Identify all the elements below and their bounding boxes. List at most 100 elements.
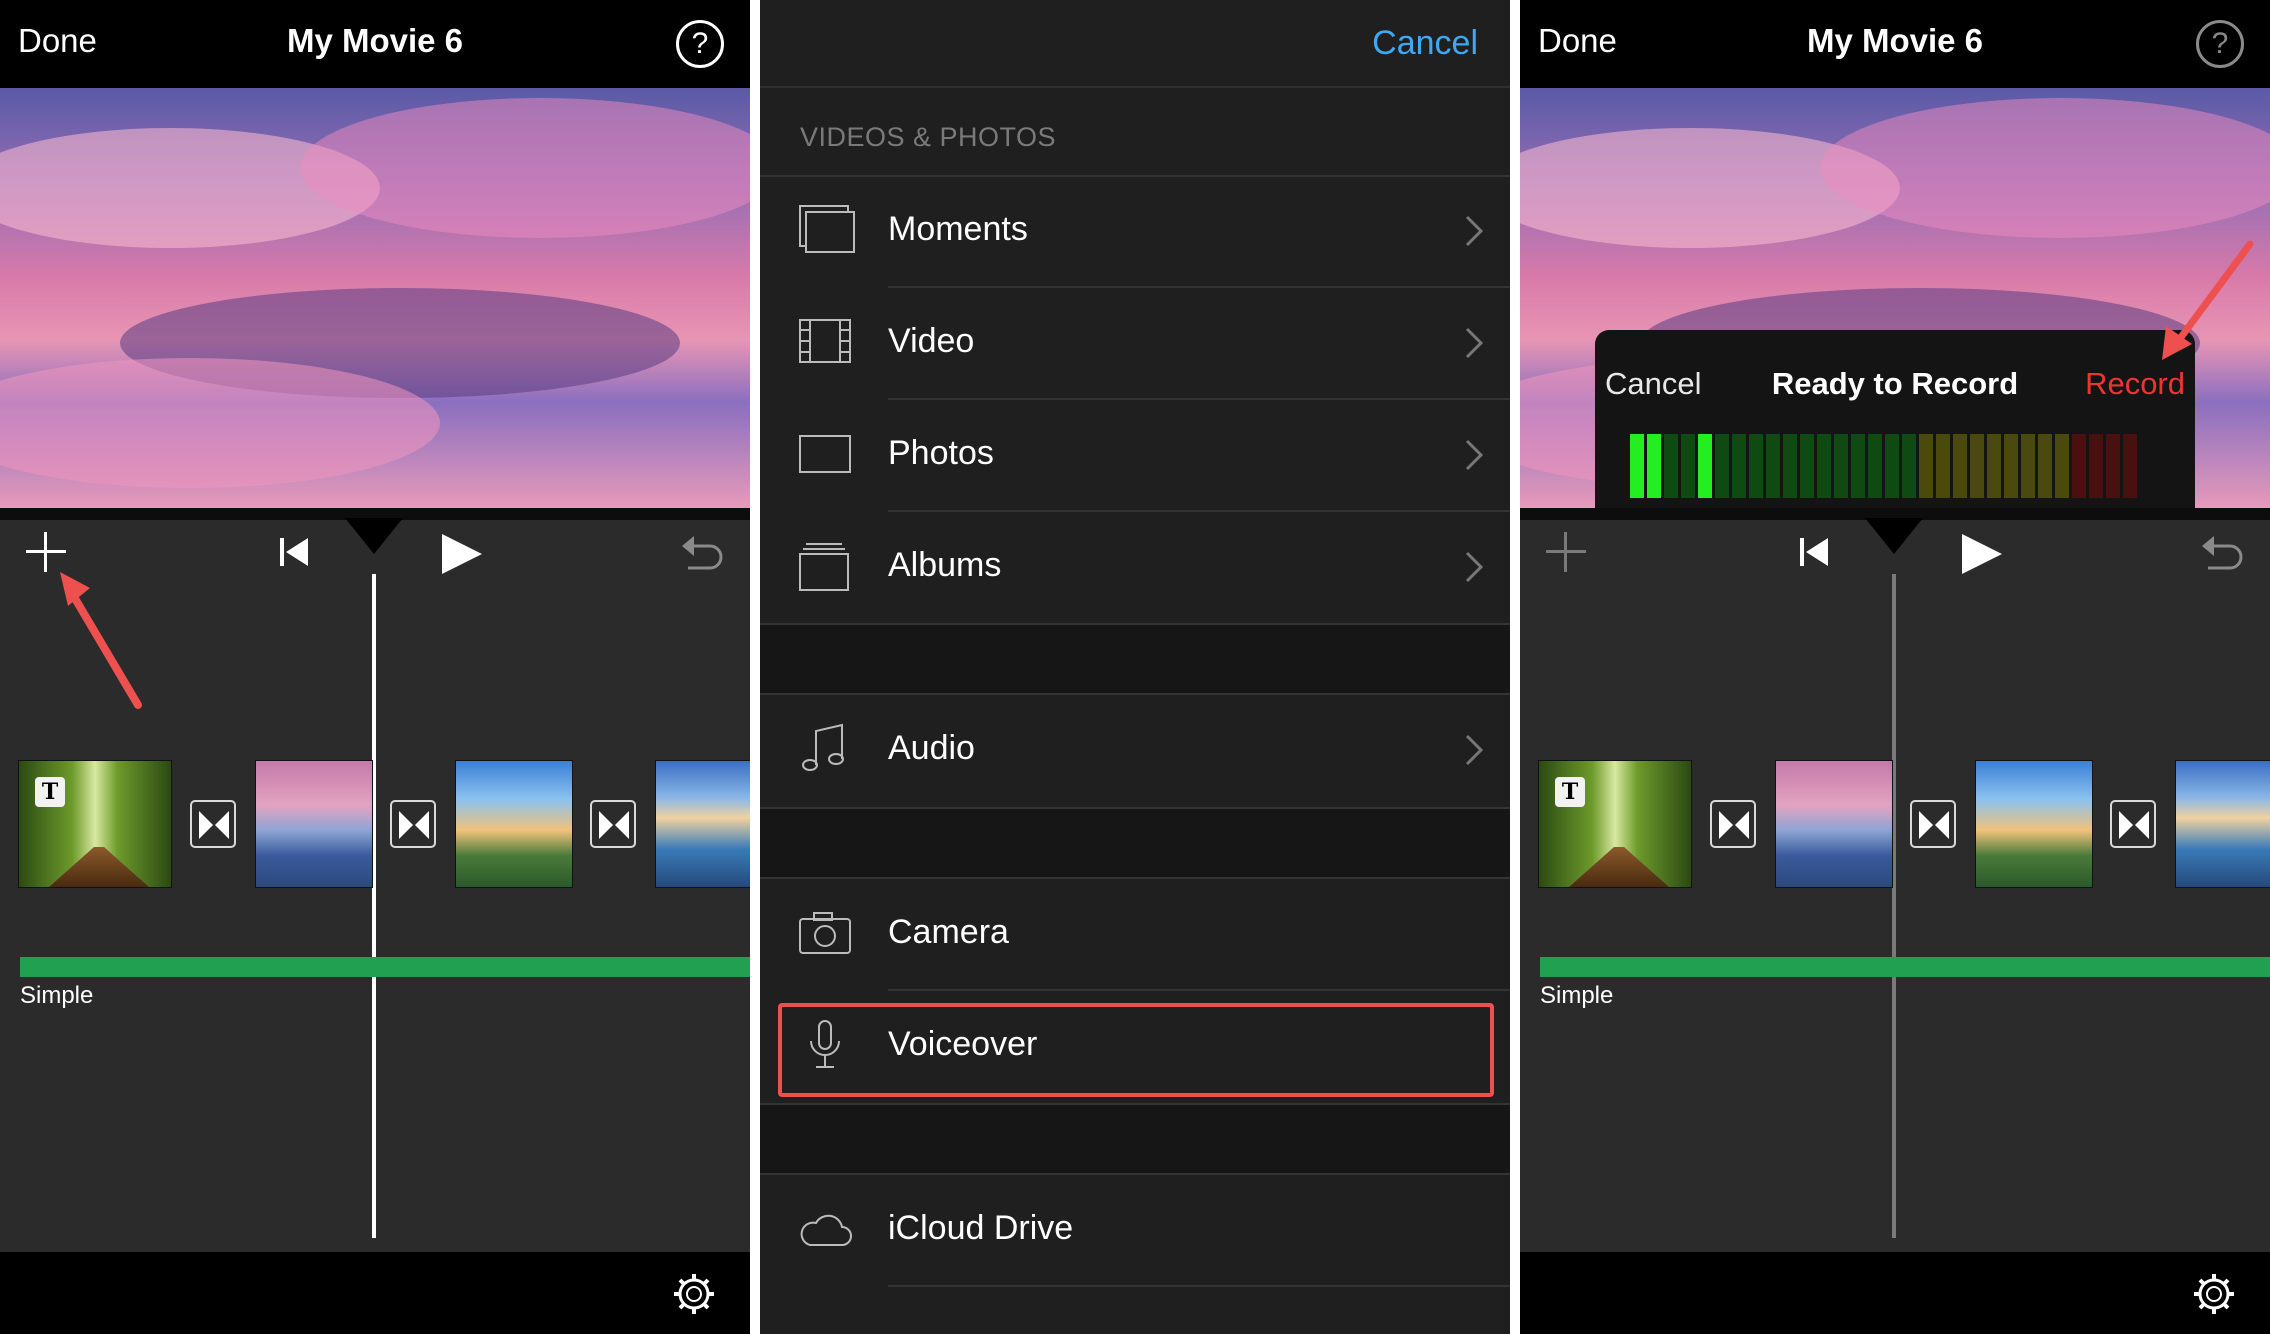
transition-button[interactable]	[2110, 800, 2156, 848]
meter-segment	[1851, 434, 1865, 498]
editor-panel-right: Done My Movie 6 ? Cancel Ready to Record…	[1520, 0, 2270, 1334]
menu-item-icloud-drive[interactable]: iCloud Drive	[760, 1175, 1510, 1287]
add-media-button[interactable]	[1546, 532, 1586, 572]
playhead-marker	[1865, 518, 1923, 554]
video-clip[interactable]	[1975, 760, 2093, 888]
play-icon[interactable]	[1960, 532, 2004, 576]
add-media-button[interactable]	[26, 532, 66, 572]
video-clip[interactable]: T	[1538, 760, 1692, 888]
transition-button[interactable]	[590, 800, 636, 848]
bottom-bar	[1520, 1252, 2270, 1334]
chevron-right-icon	[1465, 734, 1484, 766]
transition-icon	[1919, 811, 1949, 839]
meter-segment	[2038, 434, 2052, 498]
red-arrow-annotation	[60, 572, 142, 709]
chevron-right-icon	[1465, 439, 1484, 471]
audio-track-bar[interactable]	[1540, 957, 2270, 977]
skip-back-icon[interactable]	[280, 536, 310, 568]
transition-button[interactable]	[390, 800, 436, 848]
section-header: VIDEOS & PHOTOS	[800, 122, 1057, 152]
help-button[interactable]: ?	[2196, 20, 2244, 68]
meter-segment	[1664, 434, 1678, 498]
bottom-bar	[0, 1252, 750, 1334]
meter-segment	[1817, 434, 1831, 498]
project-title: My Movie 6	[286, 22, 464, 59]
red-arrow-annotation	[2162, 240, 2254, 360]
meter-segment	[1800, 434, 1814, 498]
help-button[interactable]: ?	[676, 20, 724, 68]
video-preview	[0, 88, 750, 508]
albums-icon	[799, 543, 849, 591]
menu-item-label: Audio	[888, 729, 975, 767]
menu-item-moments[interactable]: Moments	[760, 176, 1510, 288]
project-title: My Movie 6	[1806, 22, 1984, 59]
cancel-button[interactable]: Cancel	[1372, 24, 1478, 63]
section-spacer	[760, 623, 1510, 695]
photo-icon	[799, 435, 851, 473]
meter-segment	[1647, 434, 1661, 498]
transition-button[interactable]	[190, 800, 236, 848]
top-bar: Done My Movie 6 ?	[1520, 0, 2270, 88]
menu-item-camera[interactable]: Camera	[760, 879, 1510, 991]
top-bar: Done My Movie 6 ?	[0, 0, 750, 88]
menu-item-albums[interactable]: Albums	[760, 512, 1510, 624]
clip-path-graphic	[1569, 847, 1669, 887]
divider	[888, 1285, 1510, 1287]
audio-track-bar[interactable]	[20, 957, 750, 977]
browser-top-bar: Cancel	[760, 0, 1510, 88]
meter-segment	[1953, 434, 1967, 498]
video-clip[interactable]: T	[18, 760, 172, 888]
meter-segment	[1630, 434, 1644, 498]
play-icon[interactable]	[440, 532, 484, 576]
chevron-right-icon	[1465, 327, 1484, 359]
title-badge: T	[35, 777, 65, 807]
meter-segment	[1732, 434, 1746, 498]
moments-icon	[799, 205, 855, 253]
camera-icon	[799, 912, 851, 954]
meter-segment	[1868, 434, 1882, 498]
gear-icon[interactable]	[2190, 1270, 2238, 1318]
gear-icon[interactable]	[670, 1270, 718, 1318]
undo-icon[interactable]	[2200, 532, 2244, 572]
transition-icon	[1719, 811, 1749, 839]
meter-segment	[1681, 434, 1695, 498]
clip-path-graphic	[49, 847, 149, 887]
meter-segment	[2055, 434, 2069, 498]
meter-segment	[1834, 434, 1848, 498]
menu-item-label: Video	[888, 322, 975, 360]
voiceover-highlight-box	[778, 1003, 1494, 1097]
meter-segment	[1902, 434, 1916, 498]
playhead-line	[1892, 574, 1896, 1238]
video-clip[interactable]	[655, 760, 750, 888]
menu-item-photos[interactable]: Photos	[760, 400, 1510, 512]
chevron-right-icon	[1465, 215, 1484, 247]
menu-item-video[interactable]: Video	[760, 288, 1510, 400]
meter-segment	[1698, 434, 1712, 498]
meter-segment	[1885, 434, 1899, 498]
editor-panel-left: Done My Movie 6 ? T Simple	[0, 0, 750, 1334]
meter-segment	[1749, 434, 1763, 498]
video-clip[interactable]	[455, 760, 573, 888]
menu-item-label: Camera	[888, 913, 1009, 951]
playhead-marker	[345, 518, 403, 554]
meter-segment	[2123, 434, 2137, 498]
meter-segment	[2072, 434, 2086, 498]
record-popup: Cancel Ready to Record Record	[1595, 330, 2195, 512]
meter-segment	[2021, 434, 2035, 498]
video-clip[interactable]	[2175, 760, 2270, 888]
video-clip[interactable]	[255, 760, 373, 888]
transition-button[interactable]	[1910, 800, 1956, 848]
transition-icon	[399, 811, 429, 839]
meter-segment	[1766, 434, 1780, 498]
transition-button[interactable]	[1710, 800, 1756, 848]
skip-back-icon[interactable]	[1800, 536, 1830, 568]
cloud	[300, 98, 750, 238]
record-button[interactable]: Record	[2085, 366, 2185, 402]
undo-icon[interactable]	[680, 532, 724, 572]
menu-item-audio[interactable]: Audio	[760, 695, 1510, 807]
chevron-right-icon	[1465, 551, 1484, 583]
video-clip[interactable]	[1775, 760, 1893, 888]
film-icon	[799, 319, 851, 363]
music-note-icon	[802, 723, 844, 771]
transition-icon	[599, 811, 629, 839]
